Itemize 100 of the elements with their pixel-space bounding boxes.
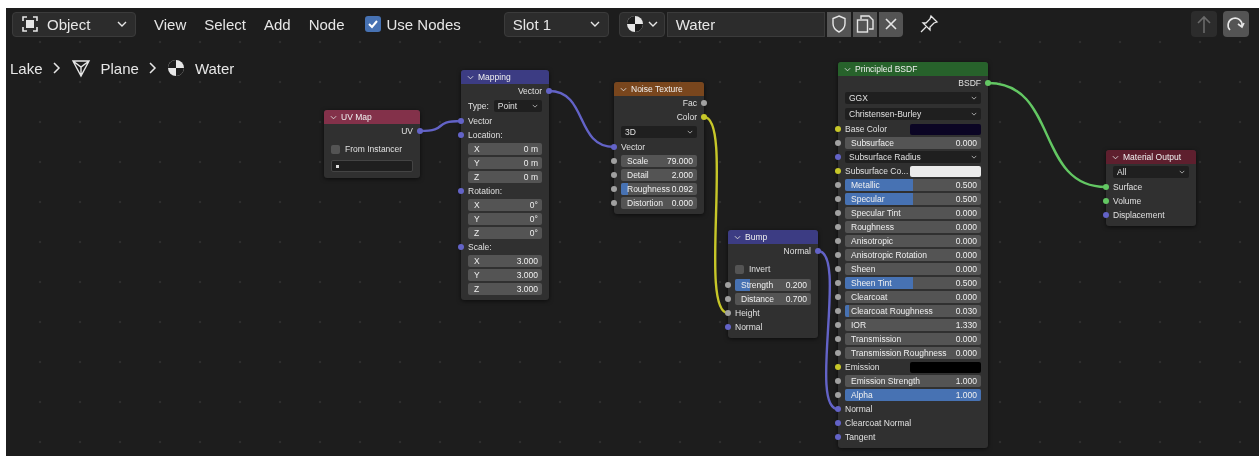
color-swatch[interactable] <box>910 123 981 135</box>
node-socket[interactable] <box>725 282 731 288</box>
node-socket[interactable] <box>835 210 841 216</box>
node-socket[interactable] <box>835 154 841 160</box>
number-field[interactable]: Sheen 0.000 <box>845 263 981 275</box>
node-socket[interactable] <box>458 118 464 124</box>
node-socket[interactable] <box>985 80 991 86</box>
number-field[interactable]: X 3.000 <box>468 255 542 267</box>
node-socket[interactable] <box>701 100 707 106</box>
node-socket[interactable] <box>835 126 841 132</box>
node-socket[interactable] <box>611 172 617 178</box>
menu-item[interactable]: Add <box>263 15 291 33</box>
snap-button[interactable] <box>1223 11 1249 37</box>
unlink-button[interactable] <box>878 11 903 37</box>
number-field[interactable]: Specular Tint 0.000 <box>845 207 981 219</box>
color-swatch[interactable] <box>910 361 981 373</box>
node-socket[interactable] <box>835 420 841 426</box>
menu-item[interactable]: View <box>154 15 187 33</box>
node-header[interactable]: Principled BSDF <box>838 62 988 76</box>
parent-button[interactable] <box>1191 11 1217 37</box>
number-field[interactable]: Detail 2.000 <box>621 169 697 181</box>
node-card[interactable]: Material Output All Surface Volume Displacement <box>1106 150 1196 226</box>
node-card[interactable]: UV Map UV From Instancer <box>324 110 420 178</box>
node-socket[interactable] <box>725 324 731 330</box>
collapse-icon[interactable] <box>467 74 474 80</box>
number-field[interactable]: Z 0° <box>468 227 542 239</box>
dropdown[interactable]: 3D <box>621 126 697 138</box>
collapse-icon[interactable] <box>734 234 741 240</box>
node-header[interactable]: Material Output <box>1106 150 1196 164</box>
node-socket[interactable] <box>835 140 841 146</box>
node-card[interactable]: Mapping Vector Type: Point Vector Location: X 0 m Y 0 m Z 0 m Rotation: X 0° Y 0° Z 0° Scale: X 3.000 Y 3.000 Z 3.000 <box>461 70 549 300</box>
node-socket[interactable] <box>546 88 552 94</box>
node-socket[interactable] <box>1103 198 1109 204</box>
node-socket[interactable] <box>835 224 841 230</box>
node-socket[interactable] <box>835 168 841 174</box>
mode-dropdown[interactable]: Object <box>12 11 136 37</box>
number-field[interactable]: Y 3.000 <box>468 269 542 281</box>
collapse-icon[interactable] <box>620 86 627 92</box>
collapse-icon[interactable] <box>844 66 851 72</box>
node-socket[interactable] <box>1103 184 1109 190</box>
node-socket[interactable] <box>835 308 841 314</box>
dropdown[interactable]: GGX <box>845 92 981 104</box>
node-socket[interactable] <box>835 406 841 412</box>
slider-field[interactable]: Sheen Tint 0.500 <box>845 277 981 289</box>
checkbox[interactable] <box>364 16 381 32</box>
dropdown[interactable]: Point <box>493 100 542 112</box>
collapse-icon[interactable] <box>1112 154 1119 160</box>
slider-field[interactable]: Metallic 0.500 <box>845 179 981 191</box>
breadcrumb-item[interactable]: Plane <box>100 59 139 77</box>
node-socket[interactable] <box>611 200 617 206</box>
number-field[interactable]: Anisotropic Rotation 0.000 <box>845 249 981 261</box>
text-field[interactable] <box>331 160 413 172</box>
collapse-icon[interactable] <box>330 114 337 120</box>
fake-user-button[interactable] <box>826 11 851 37</box>
node-socket[interactable] <box>815 248 821 254</box>
number-field[interactable]: Y 0 m <box>468 157 542 169</box>
menu-item[interactable]: Node <box>308 15 345 33</box>
dropdown[interactable]: Christensen-Burley <box>845 108 981 120</box>
slider-field[interactable]: Clearcoat Roughness 0.030 <box>845 305 981 317</box>
node-header[interactable]: Mapping <box>461 70 549 84</box>
node-socket[interactable] <box>835 364 841 370</box>
node-header[interactable]: UV Map <box>324 110 420 124</box>
duplicate-button[interactable] <box>852 11 877 37</box>
color-swatch[interactable] <box>910 165 981 177</box>
node-socket[interactable] <box>835 238 841 244</box>
slider-field[interactable]: Alpha 1.000 <box>845 389 981 401</box>
number-field[interactable]: Z 0 m <box>468 171 542 183</box>
number-field[interactable]: Z 3.000 <box>468 283 542 295</box>
node-socket[interactable] <box>835 350 841 356</box>
number-field[interactable]: Anisotropic 0.000 <box>845 235 981 247</box>
number-field[interactable]: Y 0° <box>468 213 542 225</box>
node-socket[interactable] <box>458 132 464 138</box>
node-socket[interactable] <box>835 322 841 328</box>
breadcrumb-item[interactable]: Water <box>194 59 235 77</box>
node-socket[interactable] <box>835 392 841 398</box>
node-socket[interactable] <box>611 186 617 192</box>
number-field[interactable]: Roughness 0.000 <box>845 221 981 233</box>
number-field[interactable]: Distortion 0.000 <box>621 197 697 209</box>
node-socket[interactable] <box>835 196 841 202</box>
node-socket[interactable] <box>701 114 707 120</box>
node-socket[interactable] <box>835 294 841 300</box>
node-card[interactable] <box>838 62 988 448</box>
node-socket[interactable] <box>835 280 841 286</box>
node-socket[interactable] <box>725 296 731 302</box>
number-field[interactable]: IOR 1.330 <box>845 319 981 331</box>
node-socket[interactable] <box>417 128 423 134</box>
number-field[interactable]: Distance 0.700 <box>735 293 811 305</box>
node-socket[interactable] <box>835 336 841 342</box>
material-browse-button[interactable] <box>618 11 665 37</box>
number-field[interactable]: Transmission Roughness 0.000 <box>845 347 981 359</box>
number-field[interactable]: Scale 79.000 <box>621 155 697 167</box>
number-field[interactable]: Clearcoat 0.000 <box>845 291 981 303</box>
number-field[interactable]: X 0° <box>468 199 542 211</box>
checkbox[interactable] <box>331 144 340 154</box>
breadcrumb-item[interactable]: Lake <box>10 59 43 77</box>
dropdown[interactable]: Subsurface Radius <box>845 151 981 163</box>
node-socket[interactable] <box>835 182 841 188</box>
node-socket[interactable] <box>725 310 731 316</box>
number-field[interactable]: X 0 m <box>468 143 542 155</box>
node-socket[interactable] <box>458 244 464 250</box>
